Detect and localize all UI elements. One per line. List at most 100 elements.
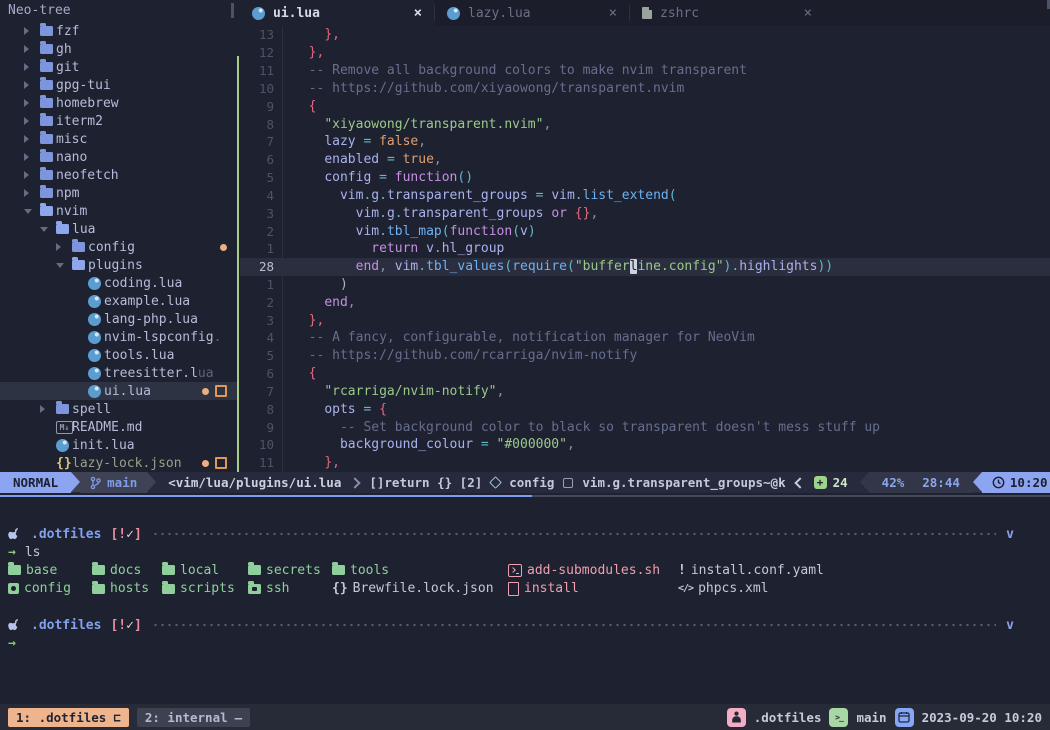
tree-item-init-lua[interactable]: init.lua: [0, 436, 237, 454]
code-line[interactable]: 3 },: [240, 311, 1050, 329]
code-line[interactable]: 28 end, vim.tbl_values(require("bufferli…: [240, 258, 1050, 276]
line-number: 1: [240, 241, 274, 256]
folder-icon: [40, 44, 53, 54]
tree-item-neofetch[interactable]: neofetch: [0, 166, 237, 184]
code-line[interactable]: 1 return v.hl_group: [240, 240, 1050, 258]
powerline-separator: [860, 472, 869, 492]
chevron-right-icon[interactable]: [24, 189, 29, 197]
check-icon: ✓: [126, 618, 134, 633]
tree-item-git[interactable]: git: [0, 58, 237, 76]
tree-item-readme-md[interactable]: M↓README.md: [0, 418, 237, 436]
tree-item-label: ui.lua: [104, 384, 151, 399]
code-line[interactable]: 5 -- https://github.com/rcarriga/nvim-no…: [240, 347, 1050, 365]
neotree-scrollbar-thumb[interactable]: [231, 3, 234, 18]
tree-item-ui-lua[interactable]: ui.lua: [0, 382, 237, 400]
code-line[interactable]: 6 enabled = true,: [240, 151, 1050, 169]
close-icon[interactable]: ×: [609, 5, 617, 21]
chevron-right-icon[interactable]: [40, 405, 45, 413]
code-line[interactable]: 8 opts = {: [240, 400, 1050, 418]
code-line[interactable]: 12 },: [240, 44, 1050, 62]
chevron-right-icon[interactable]: [24, 153, 29, 161]
tmux-window-2-internal[interactable]: 2: internal–: [137, 708, 250, 727]
lua-file-icon: [88, 385, 101, 398]
code-line[interactable]: 9 -- Set background color to black so tr…: [240, 418, 1050, 436]
close-icon[interactable]: ×: [414, 5, 422, 21]
tmux-session-name[interactable]: .dotfiles: [754, 710, 822, 725]
tree-item-lua[interactable]: lua: [0, 220, 237, 238]
chevron-down-icon[interactable]: [56, 263, 64, 268]
tree-item-label: neofetch: [56, 168, 119, 183]
tree-item-tools-lua[interactable]: tools.lua: [0, 346, 237, 364]
clock-icon: [992, 476, 1005, 489]
code-line[interactable]: 3 vim.g.transparent_groups or {},: [240, 204, 1050, 222]
close-icon[interactable]: ×: [804, 5, 812, 21]
code-line[interactable]: 7 lazy = false,: [240, 133, 1050, 151]
entry-label: tools: [350, 563, 389, 578]
tree-item-example-lua[interactable]: example.lua: [0, 292, 237, 310]
cursor-line[interactable]: →: [8, 634, 1050, 652]
tree-item-treesitter-l[interactable]: treesitter.lua: [0, 364, 237, 382]
line-number: 8: [240, 117, 274, 132]
tree-item-gpg-tui[interactable]: gpg-tui: [0, 76, 237, 94]
code-line[interactable]: 2 vim.tbl_map(function(v): [240, 222, 1050, 240]
tree-item-lang-php-lua[interactable]: lang-php.lua: [0, 310, 237, 328]
tree-item-fzf[interactable]: fzf: [0, 22, 237, 40]
folder-open-icon: [56, 224, 69, 234]
git-branch-label: main: [107, 475, 137, 490]
tree-item-nvim[interactable]: nvim: [0, 202, 237, 220]
tab-lazy-lua[interactable]: lazy.lua×: [435, 0, 629, 26]
code-line[interactable]: 4 vim.g.transparent_groups = vim.list_ex…: [240, 186, 1050, 204]
powerline-separator: [71, 472, 80, 492]
tree-item-config[interactable]: config: [0, 238, 237, 256]
line-number: 4: [240, 330, 274, 345]
chevron-right-icon[interactable]: [24, 63, 29, 71]
exclaim-icon: !: [678, 563, 686, 578]
chevron-down-icon[interactable]: [24, 209, 32, 214]
code-line[interactable]: 10 -- https://github.com/xiyaowong/trans…: [240, 79, 1050, 97]
line-number: 8: [240, 402, 274, 417]
entry-label: ssh: [266, 581, 289, 596]
chevron-right-icon[interactable]: [24, 99, 29, 107]
code-line[interactable]: 1 ): [240, 276, 1050, 294]
tree-item-npm[interactable]: npm: [0, 184, 237, 202]
tmux-window-1-dotfiles[interactable]: 1: .dotfiles⊏: [8, 708, 129, 727]
code-line[interactable]: 5 config = function(): [240, 169, 1050, 187]
entry-label: phpcs.xml: [698, 581, 768, 596]
tree-item-coding-lua[interactable]: coding.lua: [0, 274, 237, 292]
tree-item-lazy-lock-json[interactable]: {}lazy-lock.json: [0, 454, 237, 472]
tree-item-homebrew[interactable]: homebrew: [0, 94, 237, 112]
chevron-right-icon[interactable]: [24, 45, 29, 53]
tab-ui-lua[interactable]: ui.lua×: [240, 0, 434, 26]
code-line[interactable]: 4 -- A fancy, configurable, notification…: [240, 329, 1050, 347]
tree-item-label: nano: [56, 150, 87, 165]
tree-item-misc[interactable]: misc: [0, 130, 237, 148]
code-line[interactable]: 6 {: [240, 365, 1050, 383]
chevron-right-icon[interactable]: [24, 171, 29, 179]
chevron-down-icon[interactable]: [40, 227, 48, 232]
code-line[interactable]: 13 },: [240, 26, 1050, 44]
chevron-right-icon[interactable]: [24, 81, 29, 89]
git-branch-segment[interactable]: main: [80, 472, 147, 493]
code-line[interactable]: 2 end,: [240, 293, 1050, 311]
chevron-right-icon[interactable]: [24, 135, 29, 143]
code-line[interactable]: 11 -- Remove all background colors to ma…: [240, 62, 1050, 80]
modified-dot-icon: [220, 244, 227, 251]
chevron-right-icon[interactable]: [56, 243, 61, 251]
code-line[interactable]: 9 {: [240, 97, 1050, 115]
tree-item-nano[interactable]: nano: [0, 148, 237, 166]
tree-item-nvim-lspconfig[interactable]: nvim-lspconfig.: [0, 328, 237, 346]
prompt-end-marker: v: [1006, 527, 1014, 542]
chevron-right-icon[interactable]: [24, 27, 29, 35]
code-line[interactable]: 10 background_colour = "#000000",: [240, 436, 1050, 454]
code-line[interactable]: 8 "xiyaowong/transparent.nvim",: [240, 115, 1050, 133]
code-line[interactable]: 11 },: [240, 454, 1050, 472]
tree-item-spell[interactable]: spell: [0, 400, 237, 418]
shell-pane[interactable]: .dotfiles [!✓] v → ls basedocslocalsecre…: [0, 499, 1050, 704]
chevron-right-icon[interactable]: [24, 117, 29, 125]
tree-item-gh[interactable]: gh: [0, 40, 237, 58]
tree-item-iterm2[interactable]: iterm2: [0, 112, 237, 130]
tree-item-label: init.lua: [72, 438, 135, 453]
code-line[interactable]: 7 "rcarriga/nvim-notify",: [240, 383, 1050, 401]
tab-zshrc[interactable]: zshrc×: [630, 0, 824, 26]
tree-item-plugins[interactable]: plugins: [0, 256, 237, 274]
